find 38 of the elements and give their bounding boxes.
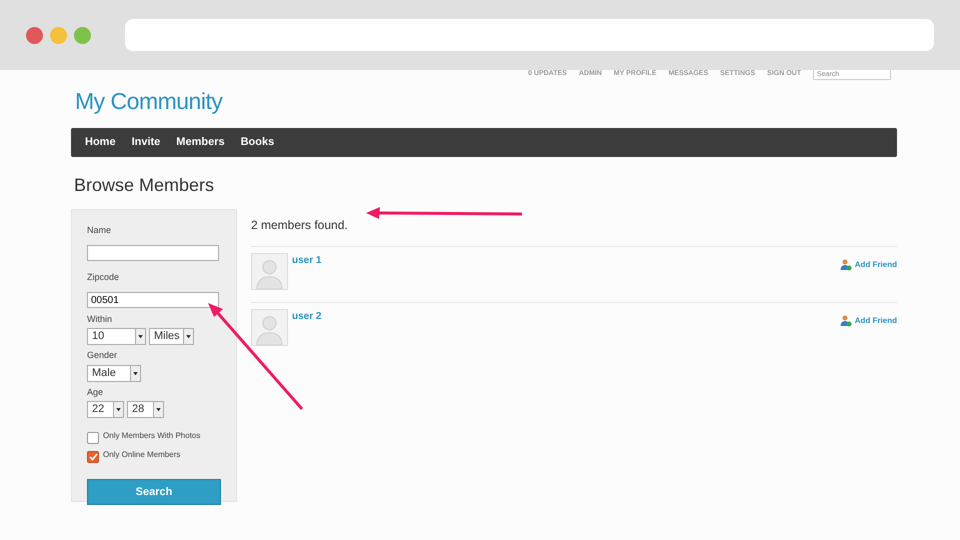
nav-link[interactable]: Home (85, 134, 116, 150)
user-add-icon (840, 258, 852, 270)
caret-icon (135, 329, 145, 344)
nav-link[interactable]: Invite (132, 134, 160, 150)
dropdown[interactable]: 28 (127, 401, 164, 418)
field-label: Within (87, 312, 114, 326)
dropdown[interactable]: 10 (87, 328, 146, 345)
caret-icon (153, 402, 163, 417)
field-label: Age (87, 386, 104, 399)
add-friend-link[interactable]: Add Friend (840, 258, 897, 270)
user-add-icon (840, 314, 852, 326)
field-label: Gender (87, 349, 118, 362)
checkbox-label: Only Online Members (103, 449, 180, 461)
site-title: My Community (75, 87, 224, 116)
caret-icon (130, 366, 140, 380)
nav-link[interactable]: Books (240, 134, 274, 150)
field-label: Name (87, 224, 112, 236)
zipcode-field[interactable]: 00501 (87, 292, 219, 308)
result-count: 2 members found. (251, 216, 349, 234)
add-friend-link[interactable]: Add Friend (840, 314, 897, 326)
caret-icon (183, 329, 193, 344)
dropdown[interactable]: Male (87, 364, 141, 382)
dropdown[interactable]: Miles (149, 328, 194, 345)
member-name-link[interactable]: user 1 (292, 252, 322, 268)
member-name-link[interactable]: user 2 (292, 308, 322, 324)
search-button[interactable]: Search (87, 479, 221, 505)
avatar-placeholder (251, 308, 288, 346)
checkmark-icon (88, 453, 98, 461)
caret-icon (113, 402, 123, 417)
field-label: Zipcode (87, 271, 120, 284)
checkbox[interactable] (87, 432, 99, 444)
page-title: Browse Members (74, 174, 216, 196)
dropdown[interactable]: 22 (87, 401, 124, 418)
checkbox[interactable] (87, 451, 99, 463)
name-field[interactable] (87, 244, 219, 260)
avatar-placeholder (251, 252, 288, 290)
checkbox-label: Only Members With Photos (103, 430, 200, 442)
nav-link[interactable]: Members (176, 134, 225, 150)
